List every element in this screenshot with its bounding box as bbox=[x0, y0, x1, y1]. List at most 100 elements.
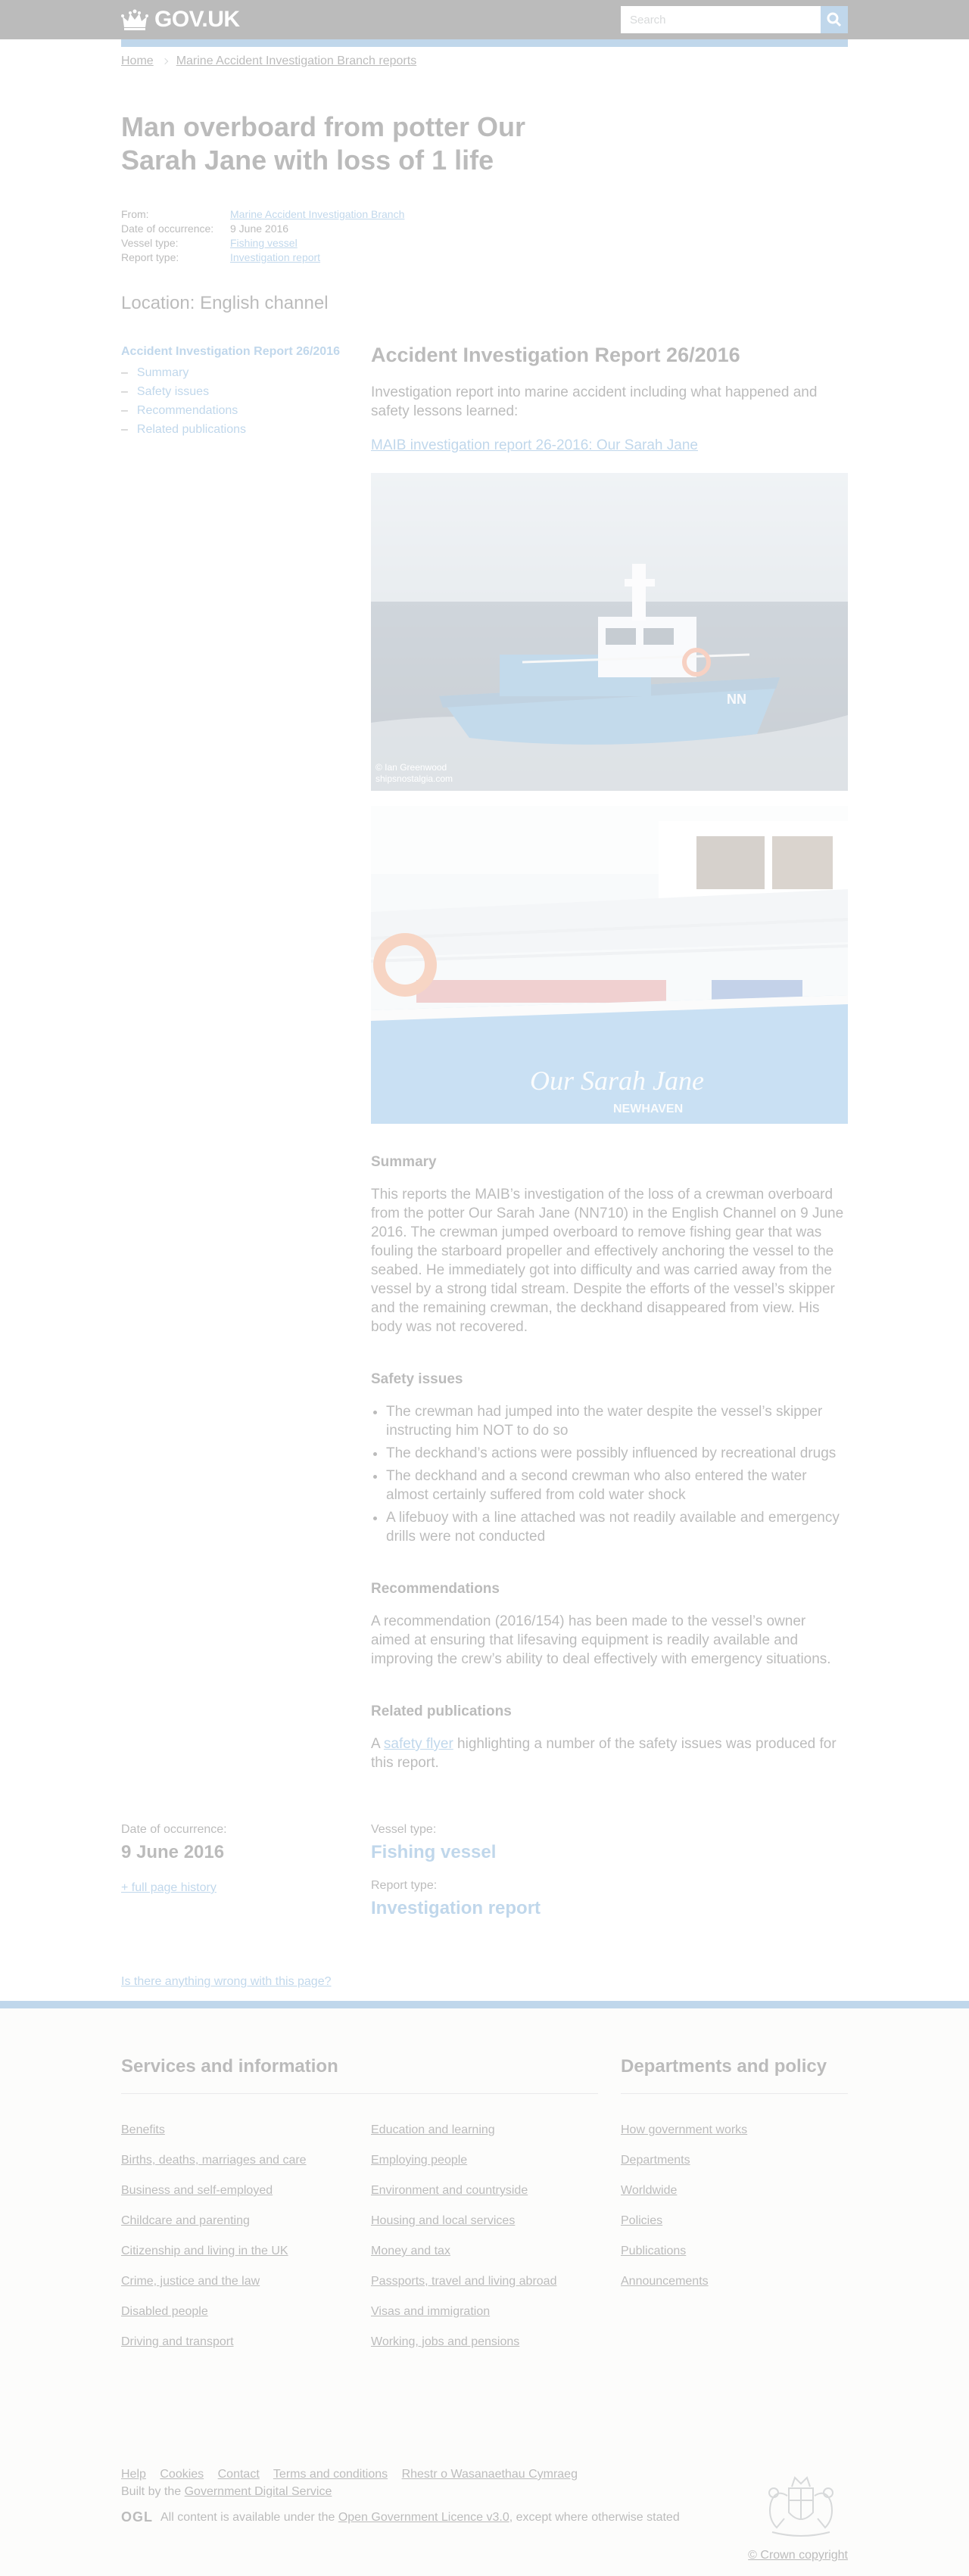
boat-name-text: Our Sarah Jane bbox=[530, 1066, 704, 1096]
search-input[interactable] bbox=[621, 6, 821, 33]
gds-link[interactable]: Government Digital Service bbox=[185, 2485, 332, 2498]
bottom-report-label: Report type: bbox=[371, 1879, 438, 1892]
footer-link[interactable]: Crime, justice and the law bbox=[121, 2275, 260, 2288]
footer-built-by: Built by the Government Digital Service bbox=[121, 2485, 332, 2498]
footer-link[interactable]: Childcare and parenting bbox=[121, 2214, 250, 2227]
meta-vessel-label: Vessel type: bbox=[121, 237, 179, 249]
recommendations-heading: Recommendations bbox=[371, 1581, 500, 1597]
report-document-link[interactable]: MAIB investigation report 26-2016: Our S… bbox=[371, 436, 848, 455]
main-content: Accident Investigation Report 26/2016 – S… bbox=[121, 342, 848, 1772]
footer-link[interactable]: Publications bbox=[621, 2245, 686, 2257]
bottom-vessel-link[interactable]: Fishing vessel bbox=[371, 1842, 496, 1862]
breadcrumb: Home Marine Accident Investigation Branc… bbox=[121, 47, 848, 68]
page-container: Home Marine Accident Investigation Branc… bbox=[121, 47, 848, 1989]
breadcrumb-home[interactable]: Home bbox=[121, 54, 154, 68]
meta-report-link[interactable]: Investigation report bbox=[230, 251, 320, 263]
contents-sidebar: Accident Investigation Report 26/2016 – S… bbox=[121, 342, 371, 1772]
footer-link[interactable]: Education and learning bbox=[371, 2123, 495, 2136]
footer-link[interactable]: Working, jobs and pensions bbox=[371, 2335, 519, 2348]
footer-link[interactable]: Policies bbox=[621, 2214, 662, 2227]
ogl-logo-icon: OGL bbox=[121, 2509, 153, 2525]
footer-help-link[interactable]: Help bbox=[121, 2468, 146, 2481]
contents-link-safety-issues[interactable]: Safety issues bbox=[137, 382, 209, 401]
logo-text: GOV.UK bbox=[154, 7, 240, 32]
bottom-report-link[interactable]: Investigation report bbox=[371, 1898, 541, 1918]
metadata-list: From: Marine Accident Investigation Bran… bbox=[121, 207, 848, 265]
boat-photo-at-sea: NN © Ian Greenwood shipsnostalgia.com bbox=[371, 473, 848, 791]
royal-coat-of-arms-icon bbox=[768, 2476, 833, 2537]
footer-link[interactable]: Business and self-employed bbox=[121, 2184, 273, 2197]
footer-link[interactable]: Driving and transport bbox=[121, 2335, 234, 2348]
meta-date-value: 9 June 2016 bbox=[230, 222, 289, 235]
location-heading: Location: English channel bbox=[121, 293, 329, 313]
govuk-logo-link[interactable]: GOV.UK bbox=[121, 7, 240, 33]
full-page-history-link[interactable]: + full page history bbox=[121, 1881, 371, 1895]
contents-item-recommendations: – Recommendations bbox=[121, 401, 348, 420]
contents-link-recommendations[interactable]: Recommendations bbox=[137, 401, 238, 420]
summary-heading: Summary bbox=[371, 1154, 437, 1170]
footer-link[interactable]: Employing people bbox=[371, 2154, 467, 2167]
footer-terms-link[interactable]: Terms and conditions bbox=[273, 2468, 388, 2481]
header-stripe bbox=[121, 39, 848, 47]
crown-copyright-block: © Crown copyright bbox=[748, 2466, 848, 2562]
boat-port-text: NEWHAVEN bbox=[613, 1103, 683, 1115]
footer-link[interactable]: Housing and local services bbox=[371, 2214, 515, 2227]
contents-link-related-publications[interactable]: Related publications bbox=[137, 420, 246, 439]
page-title: Man overboard from potter Our Sarah Jane… bbox=[121, 111, 526, 176]
footer-services-list-1: Benefits Births, deaths, marriages and c… bbox=[121, 2123, 371, 2365]
footer-link[interactable]: Worldwide bbox=[621, 2184, 677, 2197]
list-item: The deckhand’s actions were possibly inf… bbox=[386, 1444, 848, 1463]
footer-link[interactable]: Births, deaths, marriages and care bbox=[121, 2154, 307, 2167]
footer-contact-link[interactable]: Contact bbox=[218, 2468, 260, 2481]
search-icon bbox=[827, 12, 842, 27]
ogl-licence-link[interactable]: Open Government Licence v3.0 bbox=[338, 2511, 509, 2524]
svg-text:NN: NN bbox=[727, 692, 746, 707]
bottom-metadata: Date of occurrence: 9 June 2016 + full p… bbox=[121, 1822, 848, 1921]
footer-link[interactable]: Citizenship and living in the UK bbox=[121, 2245, 288, 2257]
list-item: The crewman had jumped into the water de… bbox=[386, 1402, 848, 1440]
footer-link[interactable]: How government works bbox=[621, 2123, 747, 2136]
meta-vessel-link[interactable]: Fishing vessel bbox=[230, 237, 298, 249]
boat-hull-photo: Our Sarah Jane NEWHAVEN bbox=[371, 806, 848, 1124]
bottom-date-label: Date of occurrence: bbox=[121, 1823, 227, 1836]
contents-item-safety: – Safety issues bbox=[121, 382, 348, 401]
footer-departments-list: How government works Departments Worldwi… bbox=[621, 2123, 848, 2289]
footer-support-links: Help Cookies Contact Terms and condition… bbox=[121, 2466, 680, 2484]
footer-link[interactable]: Departments bbox=[621, 2154, 690, 2167]
site-footer: Services and information Benefits Births… bbox=[0, 2001, 969, 2576]
related-publications-heading: Related publications bbox=[371, 1703, 512, 1719]
list-item: A lifebuoy with a line attached was not … bbox=[386, 1508, 848, 1546]
contents-item-related: – Related publications bbox=[121, 420, 348, 439]
footer-link[interactable]: Visas and immigration bbox=[371, 2305, 490, 2318]
meta-from-link[interactable]: Marine Accident Investigation Branch bbox=[230, 208, 404, 220]
crown-copyright-link[interactable]: © Crown copyright bbox=[748, 2549, 848, 2562]
footer-link[interactable]: Environment and countryside bbox=[371, 2184, 528, 2197]
bottom-date-value: 9 June 2016 bbox=[121, 1842, 225, 1862]
footer-link[interactable]: Announcements bbox=[621, 2275, 709, 2288]
footer-welsh-link[interactable]: Rhestr o Wasanaethau Cymraeg bbox=[402, 2468, 578, 2481]
footer-link[interactable]: Passports, travel and living abroad bbox=[371, 2275, 556, 2288]
sidebar-title-link[interactable]: Accident Investigation Report 26/2016 bbox=[121, 345, 340, 358]
bottom-vessel-label: Vessel type: bbox=[371, 1823, 437, 1836]
safety-flyer-link[interactable]: safety flyer bbox=[384, 1736, 453, 1752]
footer-link[interactable]: Money and tax bbox=[371, 2245, 450, 2257]
report-lead: Investigation report into marine acciden… bbox=[371, 384, 818, 419]
report-body: Accident Investigation Report 26/2016 In… bbox=[371, 342, 848, 1772]
search-button[interactable] bbox=[821, 6, 848, 33]
footer-licence: OGL All content is available under the O… bbox=[121, 2509, 680, 2525]
search-form bbox=[621, 6, 848, 33]
contents-item-summary: – Summary bbox=[121, 363, 348, 382]
photo-credit: © Ian Greenwood shipsnostalgia.com bbox=[375, 762, 453, 784]
recommendations-text: A recommendation (2016/154) has been mad… bbox=[371, 1613, 831, 1667]
contents-link-summary[interactable]: Summary bbox=[137, 363, 189, 382]
breadcrumb-maib-reports[interactable]: Marine Accident Investigation Branch rep… bbox=[176, 54, 417, 68]
report-problem-link[interactable]: Is there anything wrong with this page? bbox=[121, 1975, 848, 1989]
footer-departments-heading: Departments and policy bbox=[621, 2055, 848, 2094]
footer-link[interactable]: Disabled people bbox=[121, 2305, 208, 2318]
report-title: Accident Investigation Report 26/2016 bbox=[371, 344, 740, 366]
footer-cookies-link[interactable]: Cookies bbox=[160, 2468, 204, 2481]
footer-link[interactable]: Benefits bbox=[121, 2123, 165, 2136]
meta-report-label: Report type: bbox=[121, 251, 179, 263]
safety-issues-list: The crewman had jumped into the water de… bbox=[371, 1402, 848, 1546]
meta-date-label: Date of occurrence: bbox=[121, 222, 214, 235]
